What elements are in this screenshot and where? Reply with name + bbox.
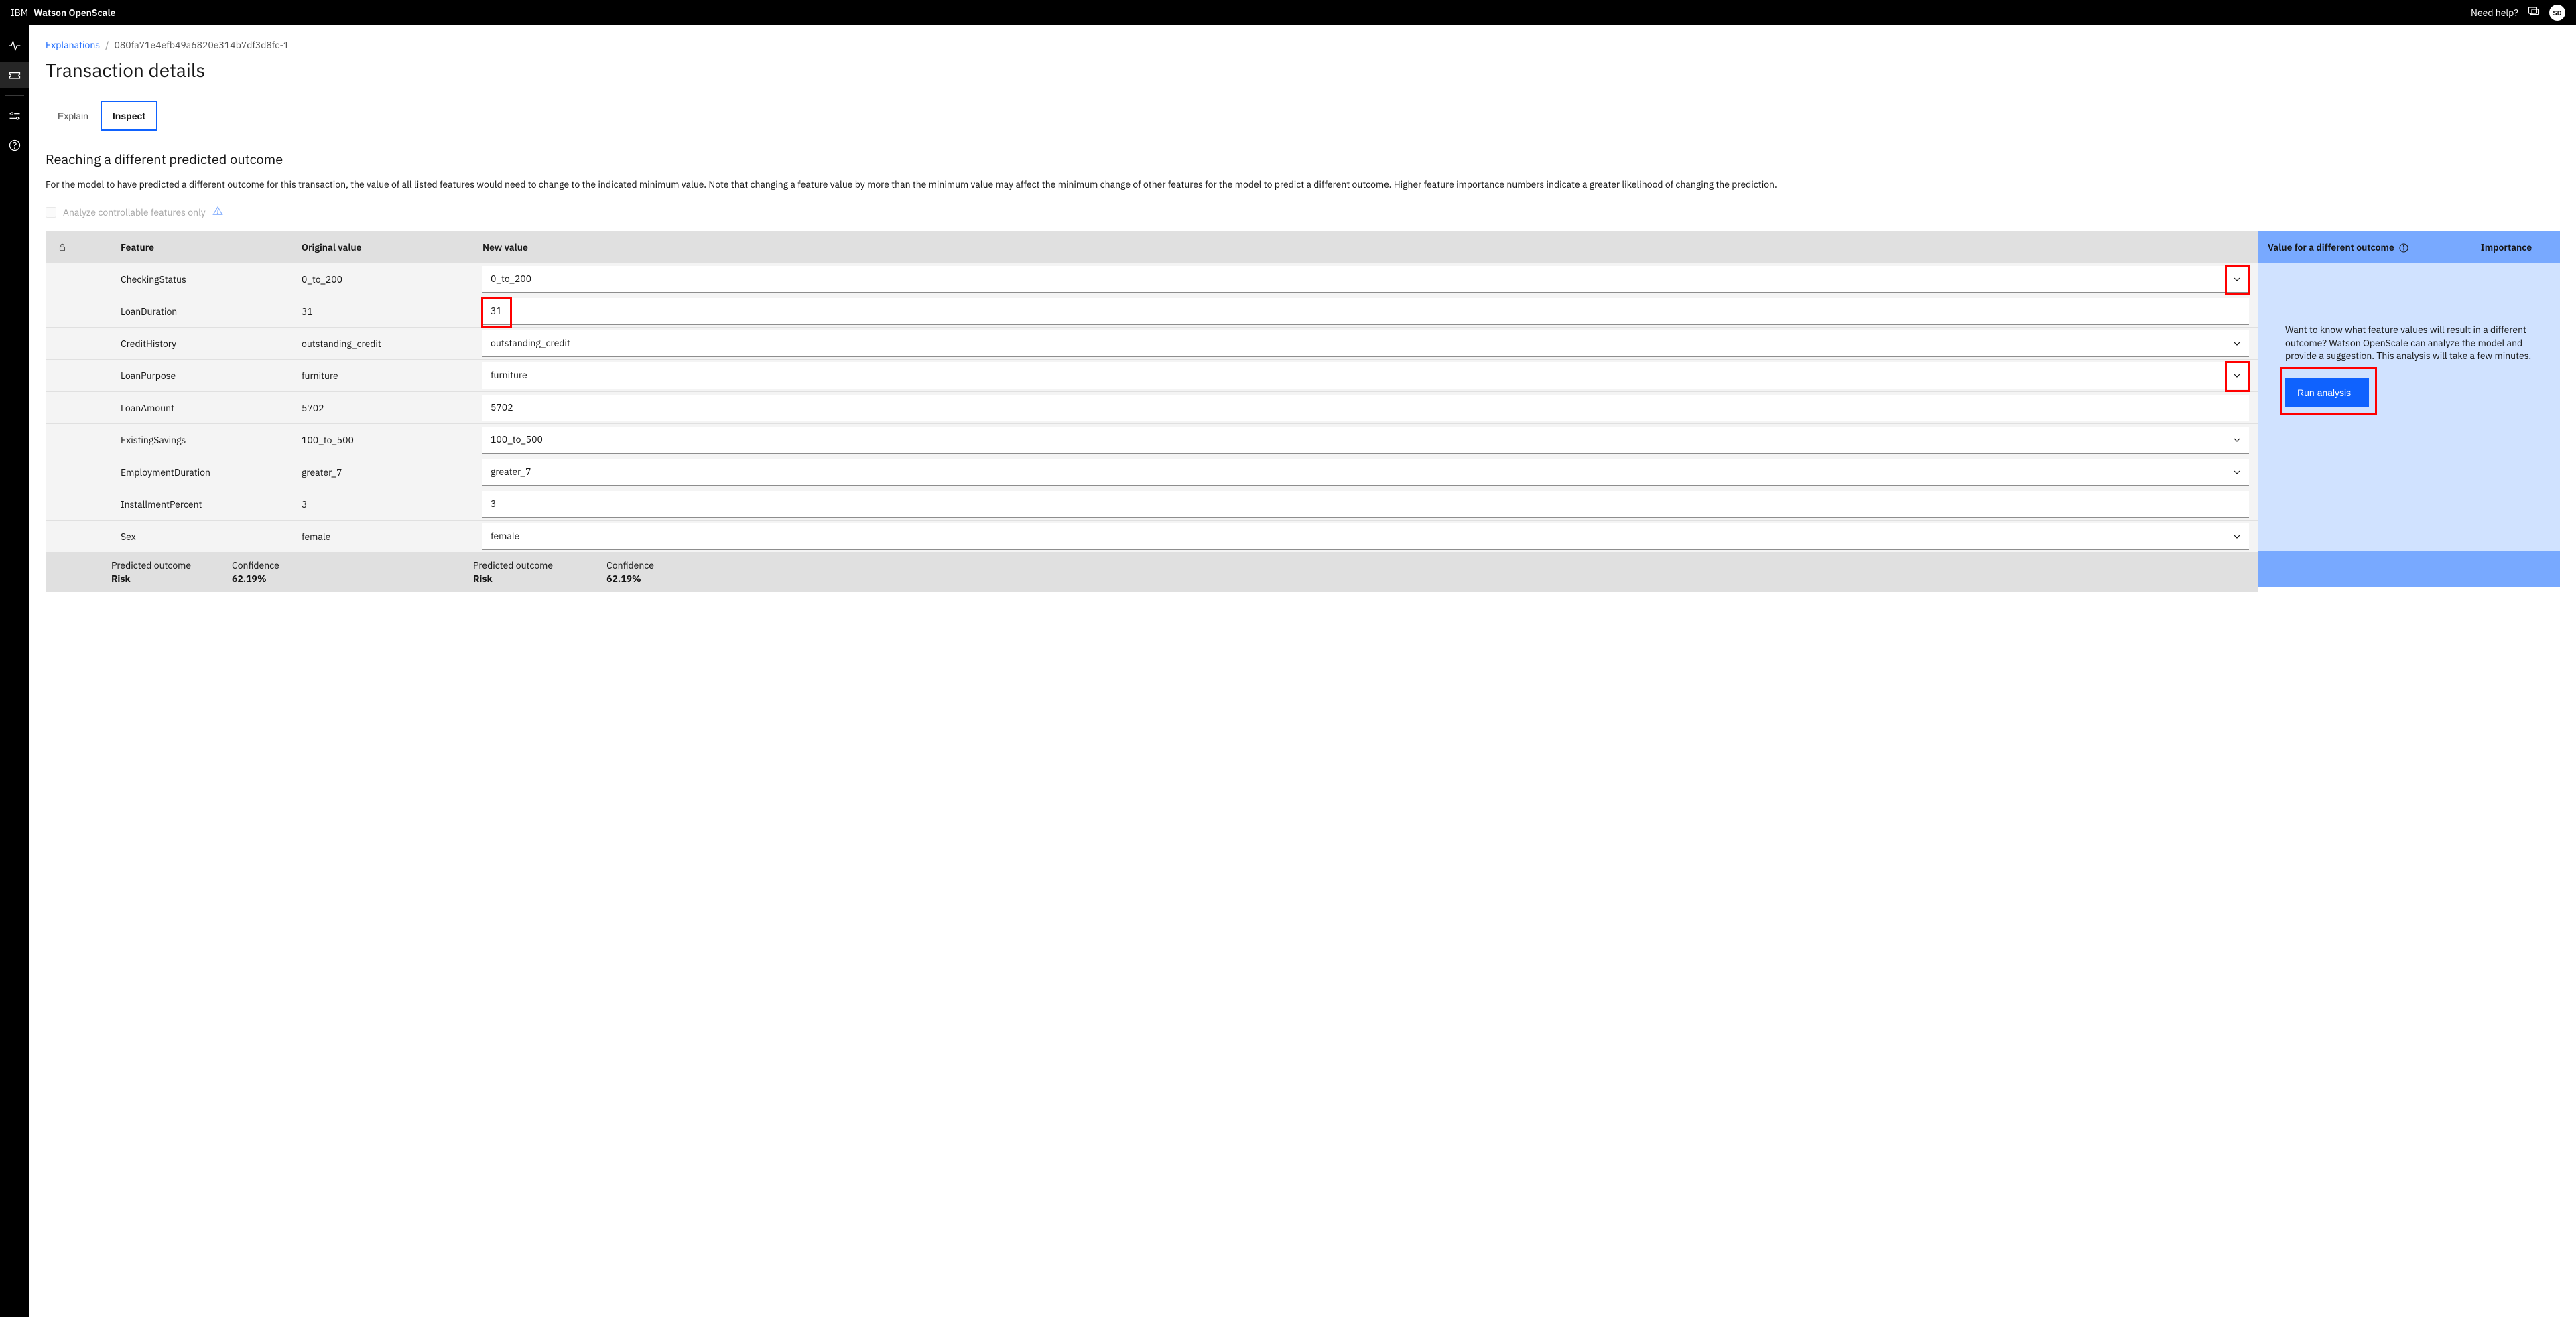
info-icon[interactable]: [2394, 241, 2409, 253]
features-panel: Feature Original value New value Checkin…: [46, 231, 2560, 592]
row-original-value: 0_to_200: [292, 273, 473, 285]
row-newval-cell: furniture: [473, 362, 2258, 389]
row-original-value: furniture: [292, 370, 473, 382]
row-feature: CheckingStatus: [111, 273, 292, 285]
sidebar-item-ticket[interactable]: [0, 62, 29, 88]
breadcrumb-sep: /: [105, 39, 109, 51]
row-newval-cell: 100_to_500: [473, 427, 2258, 454]
brand: IBM Watson OpenScale: [11, 7, 115, 19]
row-newval-cell: greater_7: [473, 459, 2258, 486]
row-original-value: female: [292, 531, 473, 543]
foot-left-value2: 62.19%: [232, 573, 473, 585]
table-row: InstallmentPercent3: [46, 488, 2258, 521]
newval-input[interactable]: [482, 491, 2249, 518]
row-original-value: greater_7: [292, 466, 473, 478]
row-feature: LoanDuration: [111, 305, 292, 318]
row-original-value: outstanding_credit: [292, 338, 473, 350]
right-panel-body: Want to know what feature values will re…: [2258, 263, 2560, 551]
row-newval-cell: female: [473, 523, 2258, 550]
foot-right-value1: Risk: [473, 573, 553, 585]
table-row: CreditHistoryoutstanding_creditoutstandi…: [46, 328, 2258, 360]
analyze-checkbox-label: Analyze controllable features only: [63, 206, 206, 218]
row-original-value: 100_to_500: [292, 434, 473, 446]
table-row: LoanPurposefurniturefurniture: [46, 360, 2258, 392]
foot-left-label1: Predicted outcome: [111, 559, 232, 571]
row-feature: InstallmentPercent: [111, 498, 292, 510]
foot-left-value1: Risk: [111, 573, 232, 585]
analyze-checkbox[interactable]: [46, 207, 56, 218]
warning-icon: [212, 206, 223, 219]
breadcrumb-root[interactable]: Explanations: [46, 39, 100, 51]
table-row: EmploymentDurationgreater_7greater_7: [46, 456, 2258, 488]
row-newval-cell: outstanding_credit: [473, 330, 2258, 357]
tabs: Explain Inspect: [46, 101, 2560, 131]
sidebar-item-activity[interactable]: [0, 32, 29, 59]
newval-input[interactable]: [482, 298, 2249, 325]
main: Explanations / 080fa71e4efb49a6820e314b7…: [29, 25, 2576, 1317]
right-panel-hint: Want to know what feature values will re…: [2285, 324, 2533, 363]
newval-input[interactable]: [482, 395, 2249, 421]
lock-icon: [58, 242, 67, 252]
help-link[interactable]: Need help?: [2471, 7, 2518, 19]
row-original-value: 3: [292, 498, 473, 510]
sidebar: [0, 25, 29, 1317]
lock-column-header: [46, 242, 111, 252]
tab-explain[interactable]: Explain: [46, 101, 101, 131]
row-feature: ExistingSavings: [111, 434, 292, 446]
row-feature: Sex: [111, 531, 292, 543]
foot-left-label2: Confidence: [232, 559, 473, 571]
description: For the model to have predicted a differ…: [46, 178, 2560, 191]
table-footer-left: Predicted outcome Risk Confidence 62.19%: [46, 553, 2258, 592]
table-row: Sexfemalefemale: [46, 521, 2258, 553]
table-row: CheckingStatus0_to_2000_to_200: [46, 263, 2258, 295]
analyze-checkbox-row: Analyze controllable features only: [46, 206, 2560, 219]
brand-ibm: IBM: [11, 7, 28, 19]
breadcrumb: Explanations / 080fa71e4efb49a6820e314b7…: [46, 39, 2560, 51]
newval-select[interactable]: furniture: [482, 362, 2249, 389]
sidebar-item-settings[interactable]: [0, 102, 29, 129]
tab-inspect[interactable]: Inspect: [101, 101, 157, 131]
row-feature: LoanAmount: [111, 402, 292, 414]
brand-product: Watson OpenScale: [34, 7, 115, 19]
feature-col-header: Feature: [111, 241, 292, 253]
importance-col-header: Importance: [2453, 241, 2560, 253]
row-original-value: 31: [292, 305, 473, 318]
table-row: LoanAmount5702: [46, 392, 2258, 424]
row-original-value: 5702: [292, 402, 473, 414]
row-newval-cell: 0_to_200: [473, 266, 2258, 293]
breadcrumb-current: 080fa71e4efb49a6820e314b7df3d8fc-1: [115, 39, 289, 51]
table-header-right: Value for a different outcome Importance: [2258, 231, 2560, 263]
foot-right-label1: Predicted outcome: [473, 559, 553, 571]
run-analysis-button[interactable]: Run analysis: [2285, 378, 2369, 407]
chat-icon[interactable]: [2528, 5, 2540, 20]
row-feature: LoanPurpose: [111, 370, 292, 382]
newval-select[interactable]: outstanding_credit: [482, 330, 2249, 357]
row-newval-cell: [473, 298, 2258, 325]
newval-select[interactable]: 0_to_200: [482, 266, 2249, 293]
section-title: Reaching a different predicted outcome: [46, 150, 2560, 168]
row-feature: CreditHistory: [111, 338, 292, 350]
table-row: LoanDuration31: [46, 295, 2258, 328]
newval-select[interactable]: greater_7: [482, 459, 2249, 486]
table-footer-right: [2258, 551, 2560, 587]
sidebar-item-help[interactable]: [0, 132, 29, 159]
row-newval-cell: [473, 395, 2258, 421]
table-row: ExistingSavings100_to_500100_to_500: [46, 424, 2258, 456]
foot-right-value2: 62.19%: [606, 573, 654, 585]
global-header: IBM Watson OpenScale Need help? SD: [0, 0, 2576, 25]
table-header-left: Feature Original value New value: [46, 231, 2258, 263]
newval-select[interactable]: 100_to_500: [482, 427, 2249, 454]
diff-col-header: Value for a different outcome: [2268, 241, 2394, 253]
original-col-header: Original value: [292, 241, 473, 253]
avatar[interactable]: SD: [2549, 5, 2565, 21]
row-feature: EmploymentDuration: [111, 466, 292, 478]
row-newval-cell: [473, 491, 2258, 518]
foot-right-label2: Confidence: [606, 559, 654, 571]
sidebar-divider: [5, 95, 24, 96]
page-title: Transaction details: [46, 58, 2560, 82]
newval-col-header: New value: [473, 241, 2258, 253]
newval-select[interactable]: female: [482, 523, 2249, 550]
